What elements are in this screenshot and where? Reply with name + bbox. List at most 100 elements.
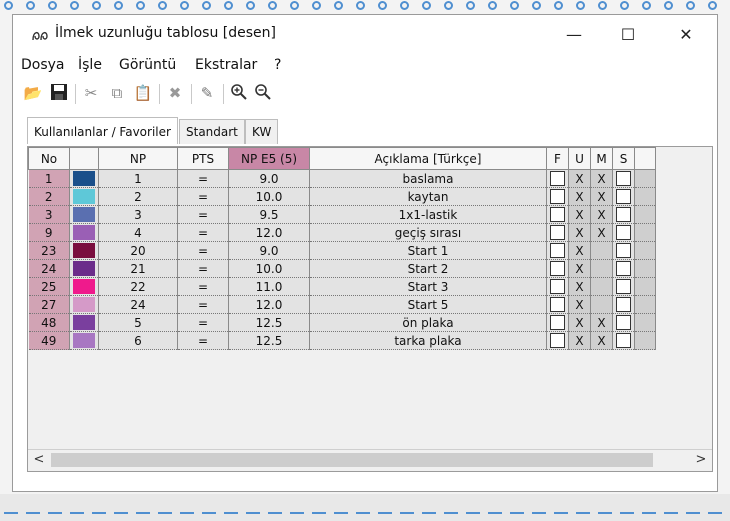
row-extra[interactable] bbox=[634, 169, 656, 188]
row-extra[interactable] bbox=[634, 223, 656, 242]
row-np-e5[interactable]: 12.5 bbox=[228, 331, 310, 350]
edit-pencil-icon[interactable]: ✎ bbox=[197, 83, 217, 103]
row-f-checkbox[interactable] bbox=[546, 259, 569, 278]
checkbox[interactable] bbox=[550, 189, 565, 204]
row-m[interactable] bbox=[590, 277, 613, 296]
row-np[interactable]: 2 bbox=[98, 187, 178, 206]
row-u[interactable]: X bbox=[568, 169, 591, 188]
row-color-swatch[interactable] bbox=[69, 277, 99, 296]
color-swatch[interactable] bbox=[73, 261, 95, 276]
row-np[interactable]: 6 bbox=[98, 331, 178, 350]
scrollbar-thumb[interactable] bbox=[51, 453, 653, 467]
row-np[interactable]: 22 bbox=[98, 277, 178, 296]
table-row[interactable]: 23 20 = 9.0 Start 1 X bbox=[28, 241, 656, 260]
table-row[interactable]: 49 6 = 12.5 tarka plaka X X bbox=[28, 331, 656, 350]
row-s-checkbox[interactable] bbox=[612, 313, 635, 332]
checkbox[interactable] bbox=[616, 207, 631, 222]
row-u[interactable]: X bbox=[568, 187, 591, 206]
row-extra[interactable] bbox=[634, 259, 656, 278]
checkbox[interactable] bbox=[616, 243, 631, 258]
row-f-checkbox[interactable] bbox=[546, 223, 569, 242]
row-description[interactable]: Start 2 bbox=[309, 259, 547, 278]
minimize-button[interactable]: — bbox=[551, 21, 597, 49]
checkbox[interactable] bbox=[616, 315, 631, 330]
row-description[interactable]: ön plaka bbox=[309, 313, 547, 332]
row-extra[interactable] bbox=[634, 295, 656, 314]
row-s-checkbox[interactable] bbox=[612, 205, 635, 224]
row-np-e5[interactable]: 12.0 bbox=[228, 223, 310, 242]
row-description[interactable]: tarka plaka bbox=[309, 331, 547, 350]
row-u[interactable]: X bbox=[568, 259, 591, 278]
color-swatch[interactable] bbox=[73, 189, 95, 204]
row-m[interactable]: X bbox=[590, 169, 613, 188]
checkbox[interactable] bbox=[550, 315, 565, 330]
maximize-button[interactable]: ☐ bbox=[605, 21, 651, 49]
open-folder-icon[interactable]: 📂 bbox=[23, 83, 43, 103]
menu-dosya[interactable]: Dosya bbox=[21, 57, 65, 73]
row-extra[interactable] bbox=[634, 331, 656, 350]
row-no[interactable]: 23 bbox=[28, 241, 70, 260]
row-pts[interactable]: = bbox=[177, 313, 229, 332]
row-pts[interactable]: = bbox=[177, 187, 229, 206]
row-pts[interactable]: = bbox=[177, 259, 229, 278]
table-row[interactable]: 48 5 = 12.5 ön plaka X X bbox=[28, 313, 656, 332]
row-np[interactable]: 5 bbox=[98, 313, 178, 332]
color-swatch[interactable] bbox=[73, 207, 95, 222]
row-np[interactable]: 24 bbox=[98, 295, 178, 314]
row-u[interactable]: X bbox=[568, 223, 591, 242]
header-pts[interactable]: PTS bbox=[177, 147, 229, 170]
row-extra[interactable] bbox=[634, 277, 656, 296]
row-description[interactable]: baslama bbox=[309, 169, 547, 188]
scroll-right-button[interactable]: > bbox=[692, 451, 710, 469]
row-color-swatch[interactable] bbox=[69, 259, 99, 278]
row-np-e5[interactable]: 9.0 bbox=[228, 169, 310, 188]
header-f[interactable]: F bbox=[546, 147, 569, 170]
row-no[interactable]: 48 bbox=[28, 313, 70, 332]
checkbox[interactable] bbox=[616, 297, 631, 312]
row-np-e5[interactable]: 11.0 bbox=[228, 277, 310, 296]
row-s-checkbox[interactable] bbox=[612, 331, 635, 350]
table-row[interactable]: 1 1 = 9.0 baslama X X bbox=[28, 169, 656, 188]
row-f-checkbox[interactable] bbox=[546, 241, 569, 260]
header-description[interactable]: Açıklama [Türkçe] bbox=[309, 147, 547, 170]
row-pts[interactable]: = bbox=[177, 331, 229, 350]
row-color-swatch[interactable] bbox=[69, 223, 99, 242]
checkbox[interactable] bbox=[550, 261, 565, 276]
row-m[interactable]: X bbox=[590, 331, 613, 350]
header-s[interactable]: S bbox=[612, 147, 635, 170]
color-swatch[interactable] bbox=[73, 297, 95, 312]
header-np-e5[interactable]: NP E5 (5) bbox=[228, 147, 310, 170]
row-m[interactable] bbox=[590, 241, 613, 260]
row-color-swatch[interactable] bbox=[69, 313, 99, 332]
row-pts[interactable]: = bbox=[177, 169, 229, 188]
scroll-left-button[interactable]: < bbox=[30, 451, 48, 469]
tab-kw[interactable]: KW bbox=[245, 119, 279, 144]
checkbox[interactable] bbox=[550, 171, 565, 186]
row-pts[interactable]: = bbox=[177, 277, 229, 296]
row-m[interactable]: X bbox=[590, 223, 613, 242]
header-m[interactable]: M bbox=[590, 147, 613, 170]
checkbox[interactable] bbox=[550, 297, 565, 312]
color-swatch[interactable] bbox=[73, 333, 95, 348]
row-np[interactable]: 20 bbox=[98, 241, 178, 260]
row-np-e5[interactable]: 12.5 bbox=[228, 313, 310, 332]
row-color-swatch[interactable] bbox=[69, 241, 99, 260]
row-description[interactable]: Start 3 bbox=[309, 277, 547, 296]
delete-icon[interactable]: ✖ bbox=[165, 83, 185, 103]
row-f-checkbox[interactable] bbox=[546, 277, 569, 296]
row-pts[interactable]: = bbox=[177, 223, 229, 242]
header-u[interactable]: U bbox=[568, 147, 591, 170]
menu-isle[interactable]: İşle bbox=[78, 57, 102, 73]
row-no[interactable]: 9 bbox=[28, 223, 70, 242]
row-s-checkbox[interactable] bbox=[612, 295, 635, 314]
color-swatch[interactable] bbox=[73, 315, 95, 330]
row-description[interactable]: 1x1-lastik bbox=[309, 205, 547, 224]
row-extra[interactable] bbox=[634, 241, 656, 260]
row-s-checkbox[interactable] bbox=[612, 277, 635, 296]
row-f-checkbox[interactable] bbox=[546, 331, 569, 350]
row-m[interactable]: X bbox=[590, 313, 613, 332]
row-f-checkbox[interactable] bbox=[546, 313, 569, 332]
header-np[interactable]: NP bbox=[98, 147, 178, 170]
row-u[interactable]: X bbox=[568, 241, 591, 260]
checkbox[interactable] bbox=[616, 171, 631, 186]
